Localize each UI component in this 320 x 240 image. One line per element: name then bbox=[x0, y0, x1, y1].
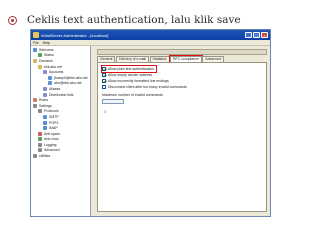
tree-node-icon bbox=[43, 86, 47, 91]
app-icon bbox=[33, 32, 39, 38]
option-label: Allow incorrectly formatted line endings bbox=[108, 79, 169, 83]
tree-item-label: Protocols bbox=[44, 109, 59, 114]
max-invalid-value: 3 bbox=[104, 110, 106, 114]
tree-item-label: Distribution lists bbox=[49, 92, 74, 97]
maximize-button[interactable]: □ bbox=[253, 32, 260, 38]
tree-item-label: Utilities bbox=[39, 154, 51, 159]
tree-item-label: Aliases bbox=[49, 86, 61, 91]
tree-item-label: Welcome bbox=[39, 47, 54, 52]
max-invalid-label: Maximum number of invalid commands bbox=[102, 93, 163, 97]
option-checkbox[interactable] bbox=[102, 79, 106, 83]
tree-node-icon bbox=[33, 103, 37, 108]
tree-node-icon bbox=[33, 58, 37, 63]
section-header: SMTP bbox=[97, 49, 267, 64]
option-label: Disconnect client after too many invalid… bbox=[108, 85, 187, 89]
tree-item-label: SMTP bbox=[49, 114, 59, 119]
tree-node-icon bbox=[38, 142, 42, 147]
menu-item-file[interactable]: File bbox=[33, 41, 39, 45]
navigation-tree: Welcome Status Domains ekk.abu.net Accounts j… bbox=[31, 46, 91, 216]
bullet-icon bbox=[8, 15, 17, 25]
option-checkbox[interactable] bbox=[102, 67, 106, 71]
main-panel: SMTP GeneralDelivery of e-mailStatistics… bbox=[91, 46, 270, 216]
title-bar: hMailServer Administrator - [localhost] … bbox=[31, 30, 270, 40]
tree-node-icon bbox=[33, 154, 37, 159]
window-title: hMailServer Administrator - [localhost] bbox=[41, 32, 109, 38]
tree-node-icon bbox=[38, 137, 42, 142]
max-invalid-input[interactable]: 3 bbox=[102, 99, 124, 114]
tab-panel: Maximum number of invalid commands 3 All… bbox=[97, 62, 267, 212]
tree-item-label: Domains bbox=[39, 58, 53, 63]
slide-header: Ceklis text authentication, lalu klik sa… bbox=[8, 12, 312, 28]
tree-node-icon bbox=[33, 98, 37, 103]
tree-node-icon bbox=[38, 148, 42, 153]
screenshot-window: hMailServer Administrator - [localhost] … bbox=[30, 29, 271, 217]
option-row[interactable]: Disconnect client after too many invalid… bbox=[102, 84, 187, 90]
tree-node-icon bbox=[43, 120, 47, 125]
option-checkbox[interactable] bbox=[102, 85, 106, 89]
tree-node-icon bbox=[38, 109, 42, 114]
tree-item-label: Settings bbox=[39, 103, 52, 108]
tree-node-icon bbox=[38, 131, 42, 136]
tree-node-icon bbox=[38, 53, 42, 58]
tree-item-label: abu@ekk.abu.net bbox=[54, 81, 82, 86]
tree-node-icon bbox=[43, 126, 47, 131]
tree-item-label: Advanced bbox=[44, 148, 60, 153]
tree-node-icon bbox=[33, 47, 37, 52]
menu-item-help[interactable]: Help bbox=[43, 41, 50, 45]
tree-node-icon bbox=[48, 81, 52, 86]
tree-item-label: Accounts bbox=[49, 70, 64, 75]
tree-node-icon bbox=[43, 70, 47, 75]
tree-item-label: Rules bbox=[39, 98, 48, 103]
tree-item-label: IMAP bbox=[49, 126, 58, 131]
tree-node-icon bbox=[48, 75, 52, 80]
close-button[interactable]: × bbox=[261, 32, 268, 38]
tree-item[interactable]: Utilities bbox=[31, 153, 90, 159]
tree-item-label: Logging bbox=[44, 142, 57, 147]
option-checkbox[interactable] bbox=[102, 73, 106, 77]
tree-item-label: POP3 bbox=[49, 120, 59, 125]
tree-item-label: jhosepil@ekk.abu.net bbox=[54, 75, 88, 80]
option-label: Allow empty sender address bbox=[108, 73, 152, 77]
tree-item-label: ekk.abu.net bbox=[44, 64, 63, 69]
minimize-button[interactable]: _ bbox=[245, 32, 252, 38]
tree-item-label: Anti-spam bbox=[44, 131, 60, 136]
slide-title: Ceklis text authentication, lalu klik sa… bbox=[27, 14, 241, 26]
tree-node-icon bbox=[38, 64, 42, 69]
tree-node-icon bbox=[43, 114, 47, 119]
tree-node-icon bbox=[43, 92, 47, 97]
option-label: Allow plain text authentication bbox=[108, 67, 155, 71]
tree-item-label: Status bbox=[44, 53, 54, 58]
tree-item-label: Anti-virus bbox=[44, 137, 59, 142]
